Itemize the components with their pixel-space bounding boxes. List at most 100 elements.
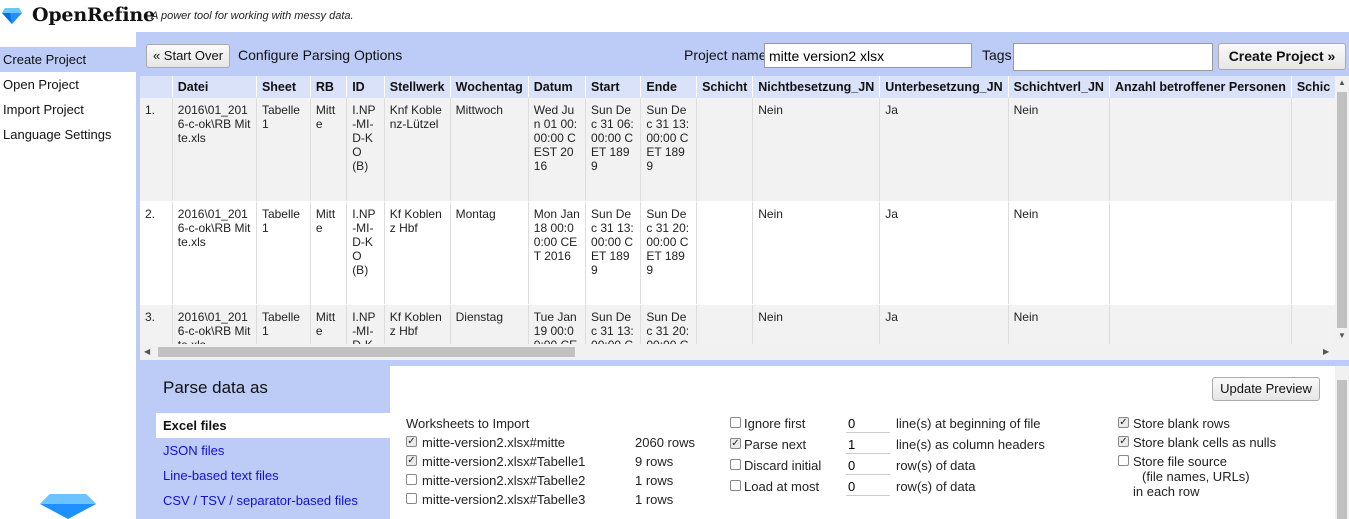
format-csv-tsv[interactable]: CSV / TSV / separator-based files	[156, 488, 390, 513]
worksheet-checkbox[interactable]: ✓	[406, 436, 417, 447]
options-scrollbar[interactable]	[1335, 366, 1349, 519]
create-project-button[interactable]: Create Project »	[1218, 43, 1346, 70]
nav-language-settings[interactable]: Language Settings	[0, 122, 136, 147]
table-cell: 2016\01_2016-c-ok\RB Mitte.xls	[172, 201, 257, 305]
tags-input[interactable]	[1013, 43, 1213, 71]
row-number-cell: 1.	[140, 98, 173, 202]
tags-label: Tags	[982, 47, 1012, 63]
store-blank-rows-checkbox[interactable]: ✓	[1118, 417, 1129, 428]
preview-table: Datei Sheet RB ID Stellwerk Wochentag Da…	[140, 76, 1349, 360]
column-header[interactable]: Sheet	[256, 76, 311, 98]
table-cell: Nein	[1008, 201, 1110, 305]
worksheet-checkbox[interactable]	[406, 493, 417, 504]
project-name-input[interactable]	[764, 43, 972, 68]
table-cell: Ja	[879, 201, 1009, 305]
store-blank-cells-label: Store blank cells as nulls	[1133, 435, 1277, 450]
scroll-right-icon[interactable]: ▶	[1323, 347, 1329, 356]
load-at-most-checkbox[interactable]	[730, 480, 741, 491]
preview-horizontal-scrollbar[interactable]: ◀ ▶	[140, 344, 1349, 360]
table-cell: Mitte	[310, 201, 348, 305]
load-at-most-suffix: row(s) of data	[896, 479, 976, 494]
table-cell	[696, 201, 754, 305]
worksheet-checkbox[interactable]	[406, 474, 417, 485]
discard-initial-suffix: row(s) of data	[896, 458, 976, 473]
scroll-up-icon[interactable]: ▲	[1338, 78, 1346, 87]
table-row: 2. 2016\01_2016-c-ok\RB Mitte.xls Tabelle1…	[140, 201, 1349, 305]
load-at-most-label: Load at most	[744, 479, 820, 494]
nav-import-project[interactable]: Import Project	[0, 97, 136, 122]
scrollbar-thumb[interactable]	[1337, 92, 1347, 328]
scrollbar-thumb[interactable]	[158, 347, 575, 357]
table-cell: Sun Dec 31 06:00:00 CET 1899	[585, 98, 642, 202]
column-header[interactable]: Datei	[172, 76, 257, 98]
parse-options: Update Preview Worksheets to Import ✓ mi…	[390, 366, 1349, 519]
format-line-based[interactable]: Line-based text files	[156, 463, 390, 488]
scroll-left-icon[interactable]: ◀	[144, 347, 150, 356]
scrollbar-thumb[interactable]	[1337, 380, 1347, 519]
load-at-most-input[interactable]	[846, 478, 890, 496]
store-file-source-label: Store file source	[1133, 454, 1227, 469]
ignore-first-suffix: line(s) at beginning of file	[896, 416, 1041, 431]
nav-create-project[interactable]: Create Project	[0, 47, 136, 72]
column-header[interactable]: Schichtverl_JN	[1008, 76, 1110, 98]
store-file-source-checkbox[interactable]	[1118, 455, 1129, 466]
scroll-down-icon[interactable]: ▼	[1338, 331, 1346, 340]
nav-open-project[interactable]: Open Project	[0, 72, 136, 97]
table-cell: I.NP-MI-D-KO (B)	[346, 201, 385, 305]
table-cell: Mitte	[310, 98, 348, 202]
column-header[interactable]: Wochentag	[450, 76, 529, 98]
preview-vertical-scrollbar[interactable]: ▲ ▼	[1335, 76, 1349, 344]
column-header[interactable]: Stellwerk	[384, 76, 451, 98]
column-header[interactable]: Datum	[528, 76, 587, 98]
table-cell: Nein	[752, 98, 881, 202]
table-cell: I.NP-MI-D-KO (B)	[346, 98, 385, 202]
start-over-button[interactable]: « Start Over	[146, 44, 230, 68]
table-cell: Tabelle1	[256, 98, 311, 202]
table-cell: Knf Koblenz-Lützel	[384, 98, 451, 202]
parse-next-suffix: line(s) as column headers	[896, 437, 1045, 452]
column-header	[140, 76, 173, 98]
ignore-first-input[interactable]	[846, 415, 890, 433]
table-cell: Ja	[879, 98, 1009, 202]
store-blank-cells-checkbox[interactable]: ✓	[1118, 436, 1129, 447]
left-navigation: Create Project Open Project Import Proje…	[0, 47, 136, 147]
worksheet-row-count: 9 rows	[635, 454, 674, 469]
column-header[interactable]: Ende	[640, 76, 698, 98]
worksheet-name: mitte-version2.xlsx#mitte	[422, 435, 566, 450]
worksheet-name: mitte-version2.xlsx#Tabelle3	[422, 492, 586, 507]
format-excel[interactable]: Excel files	[156, 413, 390, 438]
column-header[interactable]: ID	[346, 76, 385, 98]
column-header[interactable]: RB	[310, 76, 348, 98]
table-cell: Nein	[752, 201, 881, 305]
ignore-first-checkbox[interactable]	[730, 417, 741, 428]
app-title: OpenRefine	[32, 4, 155, 26]
discard-initial-checkbox[interactable]	[730, 459, 741, 470]
discard-initial-input[interactable]	[846, 457, 890, 475]
table-cell: Mon Jan 18 00:00:00 CET 2016	[528, 201, 587, 305]
table-cell: 2016\01_2016-c-ok\RB Mitte.xls	[172, 98, 257, 202]
column-header[interactable]: Nichtbesetzung_JN	[752, 76, 881, 98]
worksheet-row-count: 2060 rows	[635, 435, 695, 450]
column-header[interactable]: Unterbesetzung_JN	[879, 76, 1009, 98]
app-tagline: A power tool for working with messy data…	[151, 10, 354, 22]
column-header[interactable]: Anzahl betroffener Personen	[1109, 76, 1292, 98]
ignore-first-label: Ignore first	[744, 416, 806, 431]
parse-next-input[interactable]	[846, 436, 890, 454]
column-header[interactable]: Start	[585, 76, 642, 98]
table-cell: Kf Koblenz Hbf	[384, 201, 451, 305]
store-file-source-detail: in each row	[1133, 484, 1200, 499]
diamond-decoration-icon	[40, 494, 96, 519]
parse-next-checkbox[interactable]: ✓	[730, 438, 741, 449]
table-cell: Montag	[450, 201, 529, 305]
configure-parsing-title: Configure Parsing Options	[238, 47, 403, 63]
toolbar: « Start Over Configure Parsing Options P…	[136, 32, 1349, 76]
table-cell	[696, 98, 754, 202]
table-cell	[1109, 201, 1292, 305]
worksheet-name: mitte-version2.xlsx#Tabelle1	[422, 454, 586, 469]
project-name-label: Project name	[684, 47, 767, 63]
update-preview-button[interactable]: Update Preview	[1212, 377, 1320, 401]
worksheet-checkbox[interactable]: ✓	[406, 455, 417, 466]
column-header[interactable]: Schicht	[696, 76, 754, 98]
store-file-source-detail: (file names, URLs)	[1142, 469, 1250, 484]
format-json[interactable]: JSON files	[156, 438, 390, 463]
